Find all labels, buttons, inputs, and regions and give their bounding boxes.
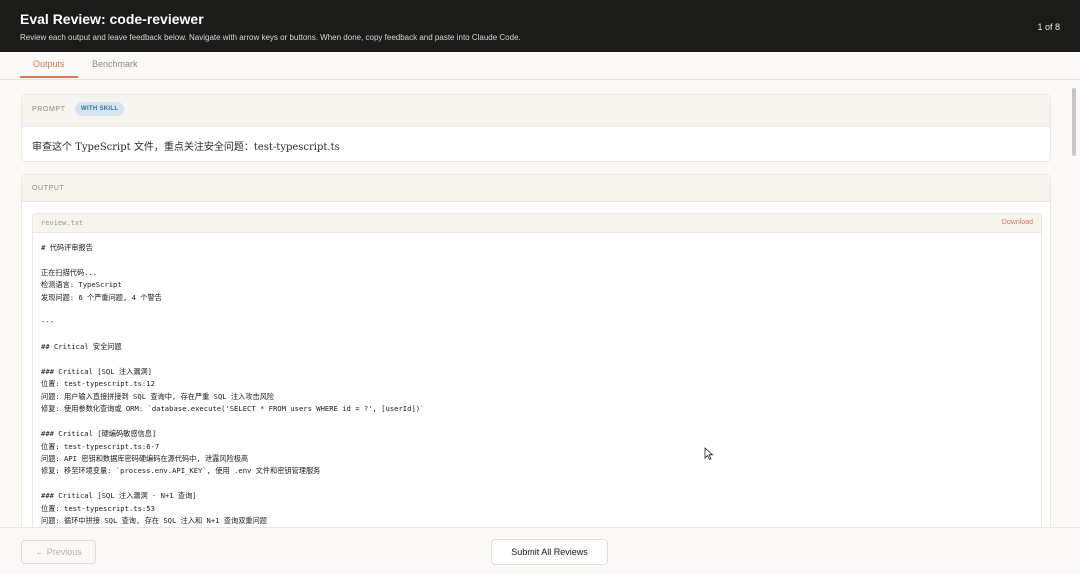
review-line: ## Critical 安全问题 [41, 342, 122, 352]
review-line: ### Critical [SQL 注入漏洞] [41, 367, 152, 377]
review-line: 位置: test-typescript.ts:12 [41, 379, 155, 389]
file-viewer: review.txt Download # 代码评审报告 正在扫描代码... 检… [32, 213, 1042, 527]
prompt-section-label: PROMPT [32, 106, 66, 113]
output-card-header: OUTPUT [22, 175, 1050, 202]
review-line: 修复: 移至环境变量: `process.env.API_KEY`, 使用 .e… [41, 466, 321, 476]
page-scrollbar[interactable] [1072, 88, 1076, 156]
review-counter: 1 of 8 [1037, 22, 1060, 32]
app-header: Eval Review: code-reviewer Review each o… [0, 0, 1080, 52]
review-line: 正在扫描代码... [41, 267, 98, 277]
tab-bar: Outputs Benchmark [0, 52, 1080, 80]
review-line: # 代码评审报告 [41, 243, 93, 252]
review-line: 位置: test-typescript.ts:53 [41, 503, 155, 513]
review-line: ### Critical [SQL 注入漏洞 - N+1 查询] [41, 491, 197, 501]
tab-outputs[interactable]: Outputs [33, 59, 65, 69]
review-line: 检测语言: TypeScript [41, 280, 122, 290]
review-line: 问题: 循环中拼接 SQL 查询, 存在 SQL 注入和 N+1 查询双重问题 [41, 515, 267, 525]
review-line: ### Critical [硬编码敏感信息] [41, 429, 157, 439]
main-content[interactable]: PROMPT WITH SKILL 审查这个 TypeScript 文件，重点关… [0, 80, 1070, 527]
tab-benchmark[interactable]: Benchmark [92, 59, 138, 69]
review-line: 问题: API 密钥和数据库密码硬编码在源代码中, 泄露风险极高 [41, 453, 249, 463]
review-line: 问题: 用户输入直接拼接到 SQL 查询中, 存在严重 SQL 注入攻击风险 [41, 391, 275, 401]
page-subtitle: Review each output and leave feedback be… [20, 33, 521, 42]
page-title: Eval Review: code-reviewer [20, 11, 204, 27]
download-link[interactable]: Download [1002, 219, 1033, 226]
file-header: review.txt Download [33, 214, 1041, 233]
review-line: 发现问题: 6 个严重问题, 4 个警告 [41, 292, 162, 302]
file-name: review.txt [41, 219, 84, 227]
prompt-text: 审查这个 TypeScript 文件，重点关注安全问题：test-typescr… [32, 142, 340, 153]
prompt-card-header: PROMPT WITH SKILL [22, 95, 1050, 127]
previous-button[interactable]: ← Previous [21, 540, 96, 564]
review-line: 修复: 使用参数化查询或 ORM: `database.execute('SEL… [41, 404, 425, 414]
review-text: # 代码评审报告 正在扫描代码... 检测语言: TypeScript 发现问题… [41, 242, 424, 527]
review-line: --- [41, 317, 54, 327]
prompt-card: PROMPT WITH SKILL 审查这个 TypeScript 文件，重点关… [21, 94, 1051, 162]
mouse-cursor-icon [704, 447, 714, 461]
output-card: OUTPUT review.txt Download # 代码评审报告 正在扫描… [21, 174, 1051, 527]
with-skill-badge: WITH SKILL [75, 102, 125, 116]
output-section-label: OUTPUT [32, 185, 65, 192]
footer-bar: ← Previous Submit All Reviews [0, 527, 1080, 574]
review-line: 位置: test-typescript.ts:6-7 [41, 441, 160, 451]
active-tab-indicator [20, 76, 78, 78]
submit-all-reviews-button[interactable]: Submit All Reviews [491, 539, 608, 565]
